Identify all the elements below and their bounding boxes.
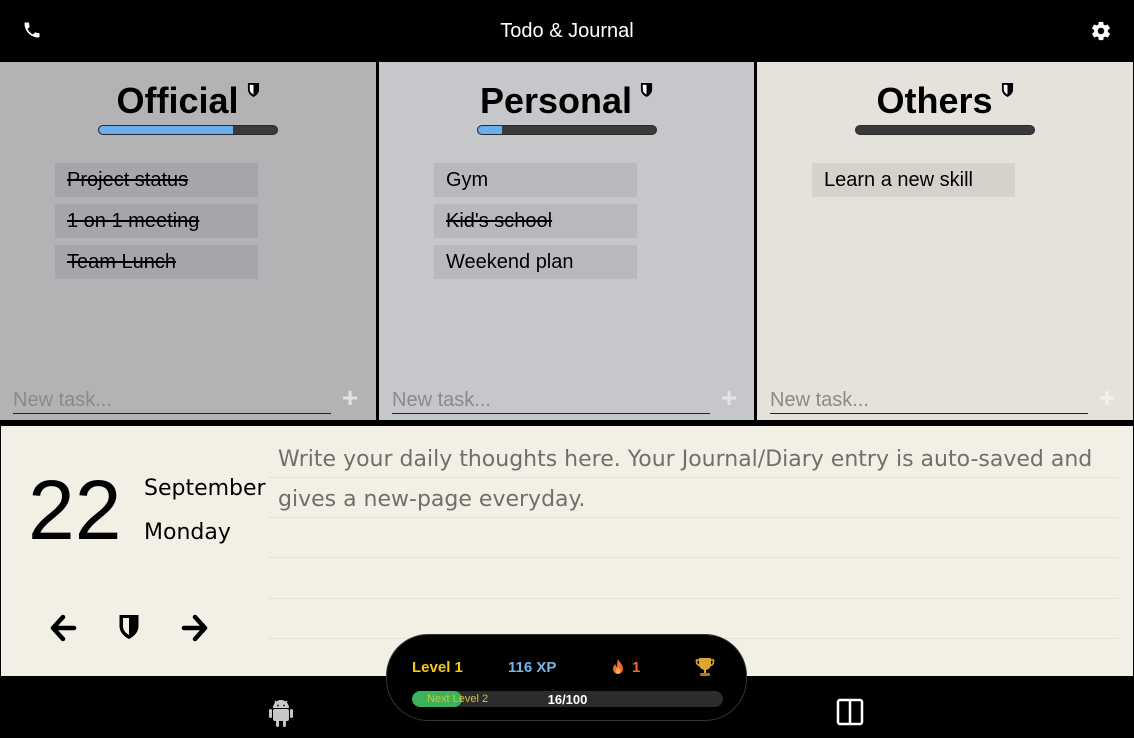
new-task-input[interactable] <box>392 388 710 414</box>
column-title: Others <box>757 80 1133 122</box>
xp-progress-bar: Next Level 2 16/100 <box>412 691 723 707</box>
arrow-left-icon[interactable] <box>49 614 77 642</box>
column-title-text: Official <box>116 80 239 121</box>
level-label: Level 1 <box>412 659 463 676</box>
journal-weekday: Monday <box>144 520 231 545</box>
task-list: Learn a new skill <box>812 163 1015 204</box>
progress-bar <box>476 125 657 135</box>
column-title-text: Others <box>876 80 993 121</box>
app-title: Todo & Journal <box>500 20 634 42</box>
task-list: Gym Kid's school Weekend plan <box>434 163 637 286</box>
task-item[interactable]: Kid's school <box>434 204 637 238</box>
column-title: Official <box>0 80 376 122</box>
progress-bar <box>855 125 1035 135</box>
task-item[interactable]: Project status <box>55 163 258 197</box>
app-window: Todo & Journal Official Project status 1… <box>0 0 1134 738</box>
task-item[interactable]: Learn a new skill <box>812 163 1015 197</box>
app-header: Todo & Journal <box>0 0 1134 62</box>
column-official: Official Project status 1 on 1 meeting T… <box>0 62 376 420</box>
plus-icon[interactable]: + <box>1096 384 1118 412</box>
journal-day: 22 <box>28 463 122 557</box>
shield-icon[interactable] <box>247 82 260 98</box>
arrow-right-icon[interactable] <box>181 614 209 642</box>
column-title-text: Personal <box>479 80 633 121</box>
android-icon[interactable] <box>268 698 294 728</box>
task-item[interactable]: 1 on 1 meeting <box>55 204 258 238</box>
xp-value: 116 XP <box>508 659 557 676</box>
split-panel-icon[interactable] <box>836 698 864 726</box>
task-item[interactable]: Weekend plan <box>434 245 637 279</box>
task-list: Project status 1 on 1 meeting Team Lunch <box>55 163 258 286</box>
plus-icon[interactable]: + <box>339 384 361 412</box>
progress-bar <box>98 125 278 135</box>
task-item[interactable]: Team Lunch <box>55 245 258 279</box>
journal-month: September <box>144 476 266 501</box>
new-task-input[interactable] <box>13 388 331 414</box>
new-task-input[interactable] <box>770 388 1088 414</box>
plus-icon[interactable]: + <box>718 384 740 412</box>
progress-fill <box>477 126 503 134</box>
flame-icon <box>613 659 623 674</box>
trophy-icon[interactable] <box>695 656 715 678</box>
gear-icon[interactable] <box>1090 20 1112 42</box>
shield-icon[interactable] <box>1001 82 1014 98</box>
xp-progress-count: 16/100 <box>547 692 588 707</box>
shield-icon[interactable] <box>640 82 653 98</box>
xp-widget: Level 1 116 XP 1 Next Level 2 16/100 <box>386 634 747 721</box>
column-others: Others Learn a new skill + <box>757 62 1133 420</box>
column-title: Personal <box>379 80 754 122</box>
task-item[interactable]: Gym <box>434 163 637 197</box>
streak-count: 1 <box>632 659 641 676</box>
progress-fill <box>99 126 233 134</box>
journal-entry-textarea[interactable] <box>278 440 1118 620</box>
shield-icon[interactable] <box>118 613 140 641</box>
column-personal: Personal Gym Kid's school Weekend plan + <box>379 62 754 420</box>
